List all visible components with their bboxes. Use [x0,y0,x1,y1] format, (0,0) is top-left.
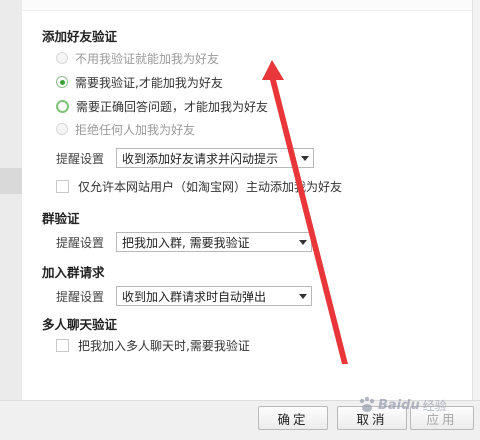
site-only-label: 仅允许本网站用户（如淘宝网）主动添加我为好友 [78,179,343,194]
site-only-option[interactable]: 仅允许本网站用户（如淘宝网）主动添加我为好友 [56,176,342,196]
group-verify-section-title: 群验证 [42,211,80,226]
chevron-down-icon [301,155,309,161]
multi-chat-option[interactable]: 把我加入多人聊天时,需要我验证 [56,335,250,355]
dialog-footer [0,400,480,440]
radio-answer-question-indicator[interactable] [56,99,69,113]
radio-reject-all-indicator[interactable] [56,123,68,135]
join-group-reminder-select[interactable]: 收到加入群请求时自动弹出 [116,286,312,306]
settings-nav-selected-item[interactable] [0,168,22,194]
add-friend-reminder-row: 提醒设置 收到添加好友请求并闪动提示 [56,148,314,168]
apply-button[interactable]: 应用 [410,406,474,430]
radio-no-verify-indicator[interactable] [56,52,68,64]
site-only-checkbox[interactable] [56,179,69,193]
scrollbar-track[interactable] [472,0,480,400]
add-friend-reminder-select[interactable]: 收到添加好友请求并闪动提示 [116,148,314,168]
radio-need-verify-label: 需要我验证,才能加我为好友 [75,75,223,90]
join-group-reminder-row: 提醒设置 收到加入群请求时自动弹出 [56,286,312,306]
radio-answer-question-label: 需要正确回答问题，才能加我为好友 [76,99,269,114]
radio-reject-all[interactable]: 拒绝任何人加我为好友 [56,119,195,139]
ok-button[interactable]: 确定 [258,406,328,430]
join-group-reminder-label: 提醒设置 [56,289,105,304]
panel-top-edge [22,0,472,11]
add-friend-section-title: 添加好友验证 [42,29,118,44]
join-group-reminder-value: 收到加入群请求时自动弹出 [122,289,267,304]
radio-need-verify-indicator[interactable] [56,76,68,88]
radio-no-verify[interactable]: 不用我验证就能加我为好友 [56,48,219,68]
group-verify-reminder-label: 提醒设置 [56,235,105,250]
group-verify-reminder-value: 把我加入群, 需要我验证 [122,235,250,250]
multi-chat-label: 把我加入多人聊天时,需要我验证 [78,338,250,353]
settings-nav-strip [0,0,22,400]
join-group-section-title: 加入群请求 [42,265,105,280]
radio-answer-question[interactable]: 需要正确回答问题，才能加我为好友 [56,96,268,116]
chevron-down-icon [299,293,307,299]
add-friend-reminder-label: 提醒设置 [56,151,105,166]
radio-no-verify-label: 不用我验证就能加我为好友 [75,51,220,66]
group-verify-reminder-row: 提醒设置 把我加入群, 需要我验证 [56,232,312,252]
multi-chat-checkbox[interactable] [56,338,69,352]
cancel-button[interactable]: 取消 [337,406,407,430]
group-verify-reminder-select[interactable]: 把我加入群, 需要我验证 [116,232,312,252]
multi-chat-section-title: 多人聊天验证 [42,317,118,332]
chevron-down-icon [299,239,307,245]
radio-reject-all-label: 拒绝任何人加我为好友 [75,122,196,137]
add-friend-reminder-value: 收到添加好友请求并闪动提示 [122,151,279,166]
radio-need-verify[interactable]: 需要我验证,才能加我为好友 [56,72,223,92]
